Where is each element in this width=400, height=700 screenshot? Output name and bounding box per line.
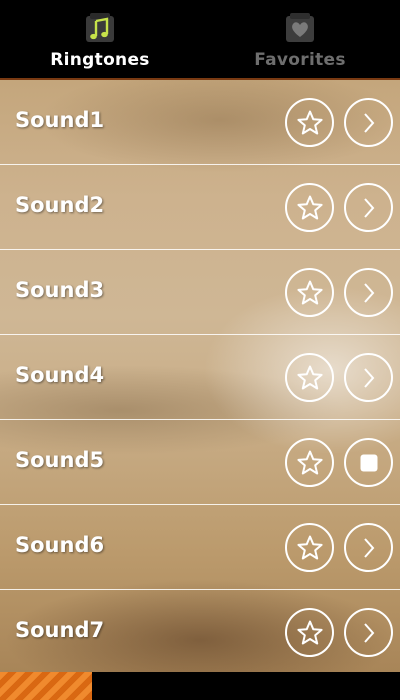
tab-ringtones[interactable]: Ringtones xyxy=(0,0,200,78)
star-icon xyxy=(296,535,323,559)
music-note-icon xyxy=(86,13,114,42)
play-button[interactable] xyxy=(344,353,393,402)
star-icon xyxy=(296,450,323,474)
star-icon xyxy=(296,365,323,389)
playback-progress-track[interactable] xyxy=(0,672,400,700)
list-item[interactable]: Sound3 xyxy=(0,250,400,335)
playback-bar xyxy=(0,672,400,700)
favorite-button[interactable] xyxy=(285,268,334,317)
play-button[interactable] xyxy=(344,98,393,147)
playback-progress-fill xyxy=(0,672,92,700)
list-item[interactable]: Sound7 xyxy=(0,590,400,672)
chevron-right-icon xyxy=(363,112,374,133)
star-icon xyxy=(296,620,323,644)
favorite-button[interactable] xyxy=(285,523,334,572)
play-button[interactable] xyxy=(344,183,393,232)
favorite-button[interactable] xyxy=(285,438,334,487)
stop-icon xyxy=(360,454,377,471)
tab-favorites[interactable]: Favorites xyxy=(200,0,400,78)
chevron-right-icon xyxy=(363,367,374,388)
tab-favorites-label: Favorites xyxy=(254,50,346,70)
star-icon xyxy=(296,195,323,219)
sound-title: Sound6 xyxy=(15,533,105,557)
sound-title: Sound5 xyxy=(15,448,105,472)
sound-title: Sound1 xyxy=(15,108,105,132)
sound-title: Sound3 xyxy=(15,278,105,302)
favorite-button[interactable] xyxy=(285,183,334,232)
play-button[interactable] xyxy=(344,608,393,657)
list-item[interactable]: Sound2 xyxy=(0,165,400,250)
tab-ringtones-label: Ringtones xyxy=(50,50,150,70)
favorite-button[interactable] xyxy=(285,98,334,147)
chevron-right-icon xyxy=(363,622,374,643)
list-item[interactable]: Sound5 xyxy=(0,420,400,505)
list-item[interactable]: Sound4 xyxy=(0,335,400,420)
chevron-right-icon xyxy=(363,197,374,218)
play-button[interactable] xyxy=(344,268,393,317)
chevron-right-icon xyxy=(363,537,374,558)
sound-title: Sound4 xyxy=(15,363,105,387)
tab-bar: Ringtones Favorites xyxy=(0,0,400,80)
list-item[interactable]: Sound1 xyxy=(0,80,400,165)
star-icon xyxy=(296,110,323,134)
chevron-right-icon xyxy=(363,282,374,303)
sound-title: Sound2 xyxy=(15,193,105,217)
sound-title: Sound7 xyxy=(15,618,105,642)
favorite-button[interactable] xyxy=(285,353,334,402)
stop-button[interactable] xyxy=(344,438,393,487)
list-item[interactable]: Sound6 xyxy=(0,505,400,590)
star-icon xyxy=(296,280,323,304)
heart-icon xyxy=(286,13,314,42)
favorite-button[interactable] xyxy=(285,608,334,657)
play-button[interactable] xyxy=(344,523,393,572)
sound-list: Sound1 Sound2 Sound3 Sound4 Sound5 Sound… xyxy=(0,80,400,672)
